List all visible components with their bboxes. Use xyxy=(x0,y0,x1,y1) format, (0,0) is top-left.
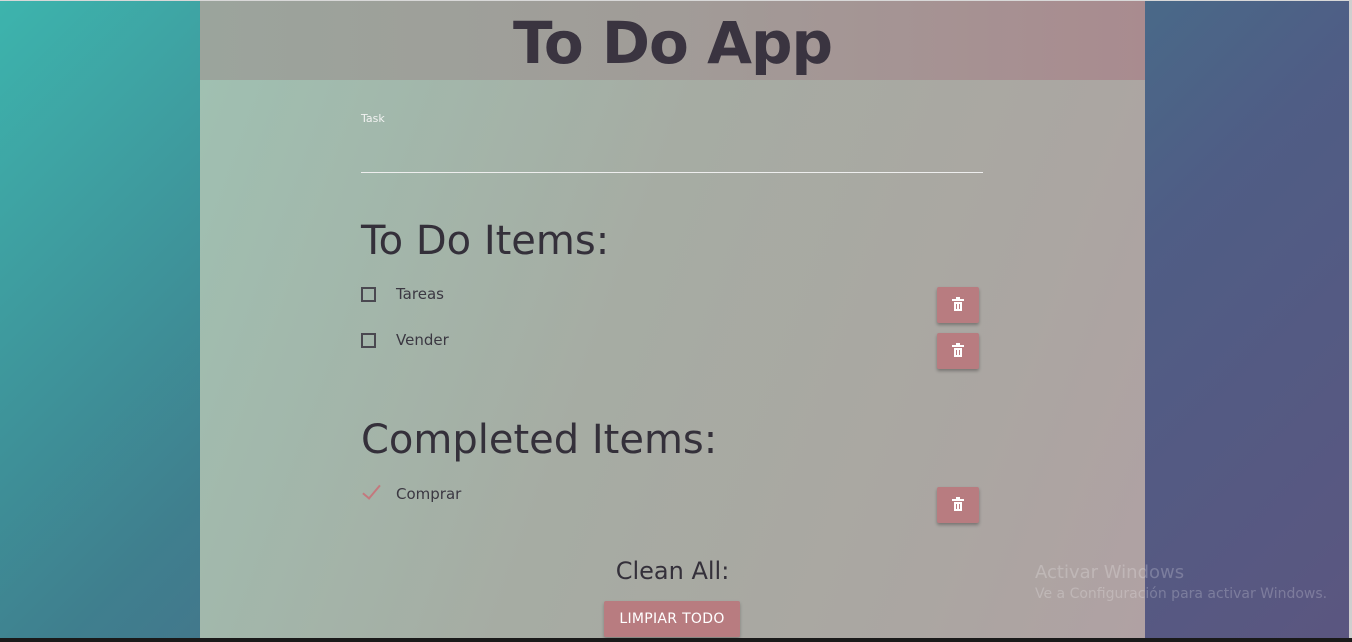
todo-checkbox[interactable] xyxy=(361,286,376,302)
taskbar-edge xyxy=(0,638,1352,642)
page-title: To Do App xyxy=(512,9,833,77)
trash-icon xyxy=(952,297,964,311)
todo-item: Tareas xyxy=(361,284,444,304)
watermark-title: Activar Windows xyxy=(1035,562,1185,583)
trash-icon xyxy=(952,497,964,511)
clean-all-label: Clean All: xyxy=(615,557,730,585)
todo-item: Vender xyxy=(361,330,449,350)
clean-all-button[interactable]: LIMPIAR TODO xyxy=(604,601,740,637)
watermark-subtitle: Ve a Configuración para activar Windows. xyxy=(1035,586,1328,602)
delete-button[interactable] xyxy=(937,287,979,323)
completed-section-title: Completed Items: xyxy=(361,417,718,463)
completed-item-label: Comprar xyxy=(396,485,462,503)
todo-section-title: To Do Items: xyxy=(361,218,610,264)
windows-activation-watermark: Activar Windows Ve a Configuración para … xyxy=(1035,562,1327,602)
todo-item-label: Tareas xyxy=(396,285,444,303)
trash-icon xyxy=(952,343,964,357)
completed-item: Comprar xyxy=(361,484,461,504)
task-label: Task xyxy=(361,112,385,125)
app-panel: To Do App Task To Do Items: Tareas Vende… xyxy=(200,1,1145,638)
app-header: To Do App xyxy=(200,1,1145,80)
delete-button[interactable] xyxy=(937,333,979,369)
checkmark-icon[interactable] xyxy=(361,485,376,503)
task-input[interactable] xyxy=(361,129,983,173)
delete-button[interactable] xyxy=(937,487,979,523)
todo-checkbox[interactable] xyxy=(361,332,376,348)
todo-item-label: Vender xyxy=(396,331,449,349)
